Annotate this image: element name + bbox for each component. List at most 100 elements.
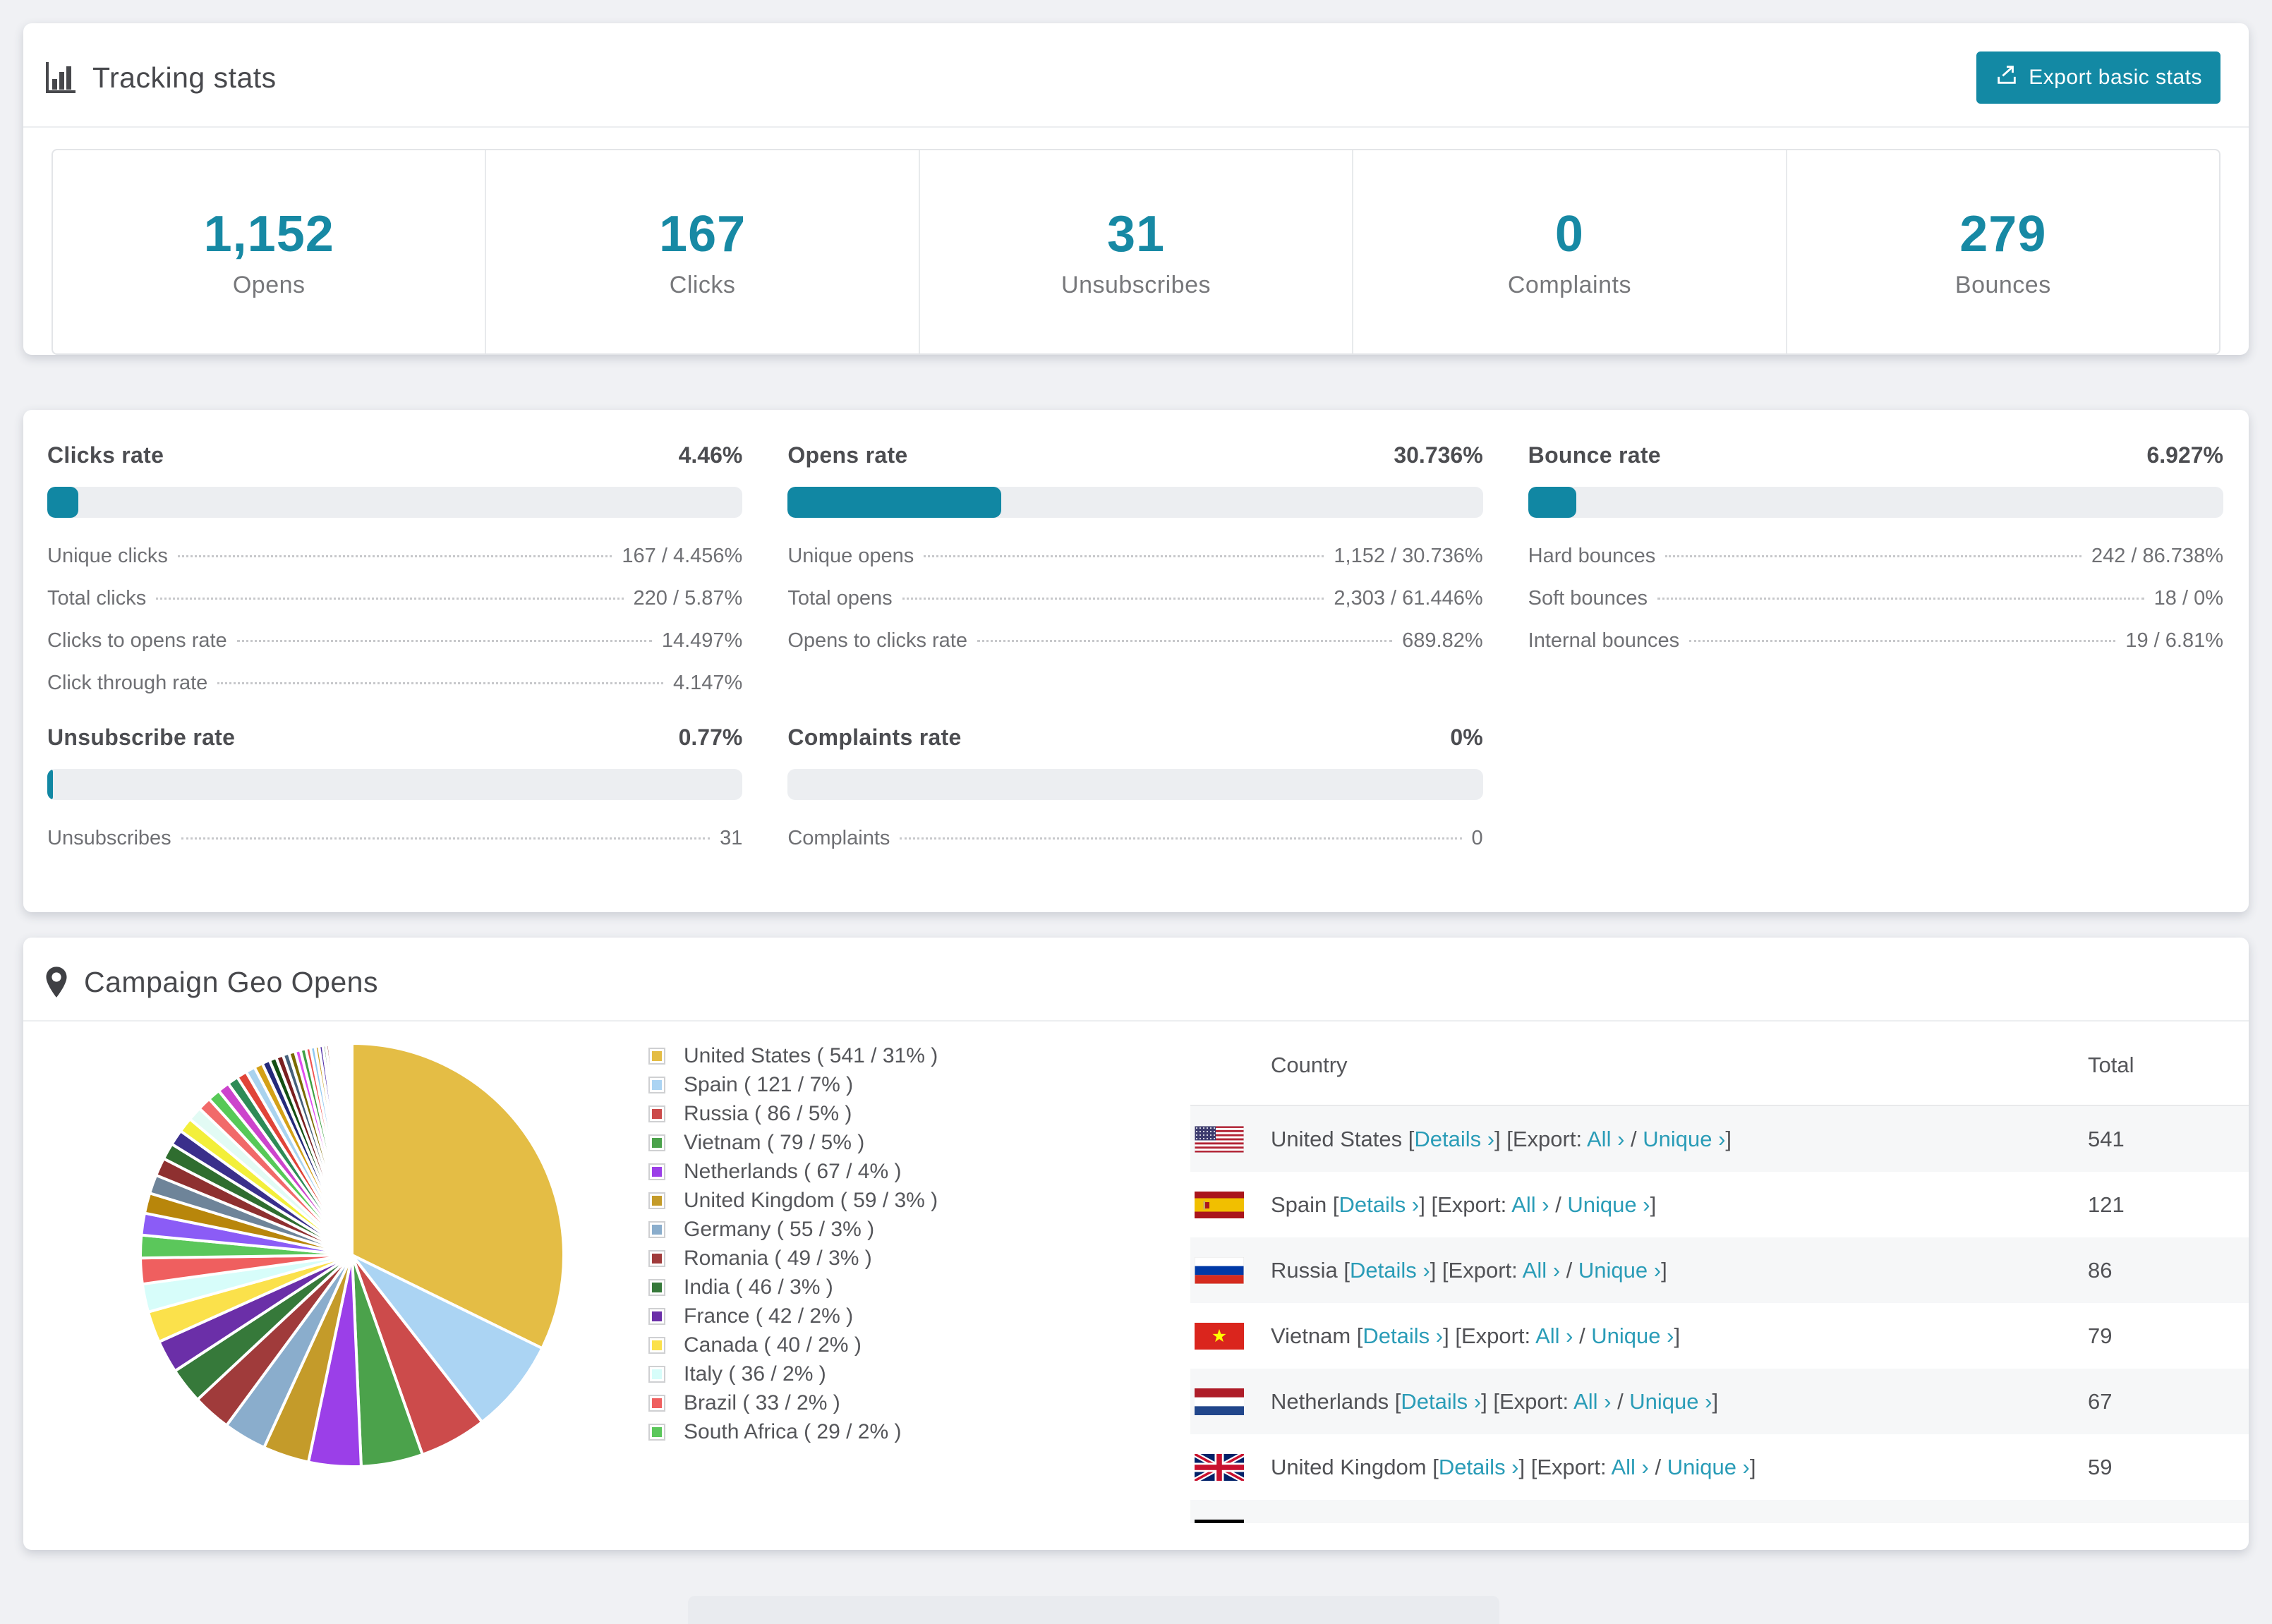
- legend-swatch: [648, 1423, 665, 1441]
- details-link[interactable]: Details ›: [1439, 1455, 1519, 1479]
- rates-grid: Clicks rate 4.46% Unique clicks 167 / 4.456…: [47, 442, 2223, 850]
- details-link[interactable]: Details ›: [1414, 1127, 1494, 1151]
- country-column-header: Country: [1271, 1022, 2088, 1106]
- rate-value: 4.46%: [678, 442, 743, 468]
- geo-table-row-germany: Germany [Details ›] [Export: All › / Uni…: [1190, 1500, 2249, 1523]
- legend-item-united-kingdom: United Kingdom ( 59 / 3% ): [648, 1186, 1100, 1215]
- stat-label: Opens: [232, 271, 306, 298]
- rate-detail-label: Click through rate: [47, 672, 208, 694]
- country-cell: United Kingdom [Details ›] [Export: All …: [1271, 1454, 1756, 1479]
- stat-label: Clicks: [669, 271, 736, 298]
- legend-label: United Kingdom ( 59 / 3% ): [684, 1188, 938, 1212]
- export-unique-link[interactable]: Unique ›: [1629, 1389, 1712, 1414]
- legend-item-russia: Russia ( 86 / 5% ): [648, 1099, 1100, 1128]
- country-total: 541: [2088, 1126, 2125, 1151]
- nl-flag-icon: [1195, 1388, 1271, 1415]
- export-unique-link[interactable]: Unique ›: [1567, 1192, 1650, 1217]
- legend-label: South Africa ( 29 / 2% ): [684, 1419, 902, 1443]
- us-flag-icon: [1195, 1125, 1271, 1153]
- rate-block-clicks-rate: Clicks rate 4.46% Unique clicks 167 / 4.456…: [47, 442, 743, 695]
- export-all-link[interactable]: All ›: [1611, 1455, 1648, 1479]
- export-unique-link[interactable]: Unique ›: [1667, 1455, 1750, 1479]
- legend-item-brazil: Brazil ( 33 / 2% ): [648, 1388, 1100, 1417]
- rate-progress-fill: [787, 487, 1002, 518]
- stat-value: 0: [1554, 205, 1584, 262]
- legend-item-canada: Canada ( 40 / 2% ): [648, 1331, 1100, 1359]
- country-cell: United States [Details ›] [Export: All ›…: [1271, 1126, 1732, 1151]
- legend-swatch: [648, 1192, 665, 1209]
- country-cell: Netherlands [Details ›] [Export: All › /…: [1271, 1388, 1719, 1414]
- stat-label: Complaints: [1507, 271, 1631, 298]
- rate-detail-value: 4.147%: [672, 672, 743, 694]
- export-unique-link[interactable]: Unique ›: [1591, 1323, 1674, 1348]
- details-link[interactable]: Details ›: [1350, 1258, 1430, 1283]
- country-name: Vietnam: [1271, 1323, 1357, 1348]
- es-flag-icon: [1195, 1191, 1271, 1218]
- rate-block-opens-rate: Opens rate 30.736% Unique opens 1,152 / 30.…: [787, 442, 1483, 695]
- export-button-label: Export basic stats: [2029, 66, 2202, 89]
- legend-item-south-africa: South Africa ( 29 / 2% ): [648, 1417, 1100, 1446]
- stat-value: 31: [1106, 205, 1166, 262]
- export-basic-stats-button[interactable]: Export basic stats: [1976, 51, 2220, 104]
- rate-detail-label: Internal bounces: [1528, 629, 1680, 652]
- geo-table-wrap: Country Total United States [Details ›] …: [1190, 1022, 2249, 1523]
- country-name: United States: [1271, 1126, 1408, 1151]
- bar-chart-icon: [44, 61, 77, 95]
- export-all-link[interactable]: All ›: [1511, 1192, 1549, 1217]
- country-total: 79: [2088, 1323, 2113, 1348]
- dotted-leader: [924, 555, 1324, 557]
- rate-progress-fill: [47, 769, 53, 800]
- rate-detail-row: Unique clicks 167 / 4.456%: [47, 545, 742, 568]
- rate-progress-track: [47, 487, 743, 518]
- export-unique-link[interactable]: Unique ›: [1643, 1127, 1725, 1151]
- details-link[interactable]: Details ›: [1362, 1323, 1443, 1348]
- legend-swatch: [648, 1336, 665, 1354]
- rate-detail-value: 689.82%: [1402, 629, 1483, 652]
- dotted-leader: [977, 640, 1393, 642]
- rate-title: Clicks rate: [47, 442, 164, 468]
- page-title: Tracking stats: [92, 61, 277, 94]
- legend-item-india: India ( 46 / 3% ): [648, 1273, 1100, 1302]
- rate-detail-row: Internal bounces 19 / 6.81%: [1528, 629, 2223, 653]
- rate-value: 0.77%: [678, 725, 743, 750]
- rate-detail-row: Click through rate 4.147%: [47, 672, 742, 695]
- legend-label: Romania ( 49 / 3% ): [684, 1246, 872, 1270]
- details-link[interactable]: Details ›: [1339, 1192, 1420, 1217]
- stat-cell-clicks: 167 Clicks: [486, 150, 920, 353]
- rate-detail-row: Opens to clicks rate 689.82%: [787, 629, 1482, 653]
- export-all-link[interactable]: All ›: [1523, 1258, 1560, 1283]
- de-flag-icon: [1195, 1519, 1271, 1523]
- geo-table-row-russia: Russia [Details ›] [Export: All › / Uniq…: [1190, 1237, 2249, 1303]
- country-name: Germany: [1271, 1520, 1367, 1524]
- geo-legend: United States ( 541 / 31% ) Spain ( 121 /…: [648, 1022, 1100, 1446]
- rate-value: 6.927%: [2146, 442, 2223, 468]
- rate-detail-row: Total opens 2,303 / 61.446%: [787, 587, 1482, 610]
- summary-stats-row: 1,152 Opens 167 Clicks 31 Unsubscribes 0 Compla…: [52, 149, 2220, 355]
- rate-detail-value: 2,303 / 61.446%: [1334, 587, 1483, 610]
- rate-detail-row: Complaints 0: [787, 827, 1482, 850]
- export-unique-link[interactable]: Unique ›: [1602, 1520, 1684, 1524]
- legend-item-united-states: United States ( 541 / 31% ): [648, 1041, 1100, 1070]
- export-all-link[interactable]: All ›: [1545, 1520, 1583, 1524]
- export-all-link[interactable]: All ›: [1535, 1323, 1573, 1348]
- export-all-link[interactable]: All ›: [1587, 1127, 1624, 1151]
- geo-table-row-netherlands: Netherlands [Details ›] [Export: All › /…: [1190, 1369, 2249, 1434]
- rate-detail-row: Hard bounces 242 / 86.738%: [1528, 545, 2223, 568]
- rate-detail-value: 242 / 86.738%: [2091, 545, 2223, 567]
- rate-progress-track: [787, 769, 1483, 800]
- country-total: 59: [2088, 1454, 2113, 1479]
- pie-slice-other: [349, 1041, 354, 1256]
- rate-detail-value: 220 / 5.87%: [633, 587, 743, 610]
- details-link[interactable]: Details ›: [1401, 1389, 1481, 1414]
- rate-detail-value: 0: [1471, 827, 1483, 849]
- tracking-stats-header: Tracking stats Export basic stats: [23, 23, 2249, 128]
- geo-content: United States ( 541 / 31% ) Spain ( 121 /…: [23, 1022, 2249, 1523]
- export-all-link[interactable]: All ›: [1573, 1389, 1611, 1414]
- dashboard-page: Tracking stats Export basic stats 1,152 O…: [0, 0, 2272, 1624]
- rate-value: 30.736%: [1394, 442, 1483, 468]
- export-unique-link[interactable]: Unique ›: [1578, 1258, 1661, 1283]
- details-link[interactable]: Details ›: [1373, 1520, 1454, 1524]
- rate-detail-row: Clicks to opens rate 14.497%: [47, 629, 742, 653]
- rate-detail-label: Unique opens: [787, 545, 914, 567]
- country-total: 67: [2088, 1388, 2113, 1414]
